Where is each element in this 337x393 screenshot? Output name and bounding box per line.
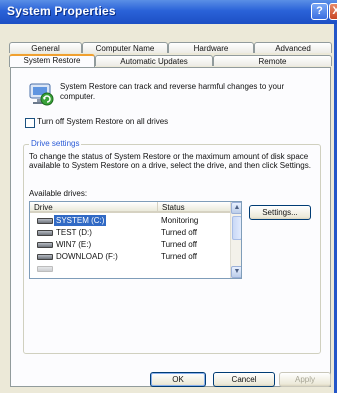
hard-drive-icon — [37, 242, 53, 248]
tab-computer-name[interactable]: Computer Name — [82, 42, 168, 53]
drive-name: WIN7 (E:) — [56, 240, 92, 249]
drive-row[interactable]: SYSTEM (C:) Monitoring — [30, 215, 230, 226]
drive-name: DOWNLOAD (F:) — [56, 252, 118, 261]
drives-list[interactable]: Drive Status SYSTEM (C:) Monitoring TEST… — [29, 201, 242, 279]
drive-settings-title: Drive settings — [29, 139, 82, 148]
system-restore-icon — [29, 83, 54, 106]
title-bar[interactable]: System Properties ? X — [0, 0, 337, 24]
list-scrollbar[interactable]: ▲ ▼ — [230, 202, 241, 278]
tab-automatic-updates[interactable]: Automatic Updates — [95, 55, 213, 66]
window-title: System Properties — [7, 4, 116, 18]
tab-system-restore[interactable]: System Restore — [9, 54, 95, 67]
drive-status: Turned off — [161, 228, 198, 237]
hard-drive-icon — [37, 266, 53, 272]
drive-name: TEST (D:) — [56, 228, 92, 237]
drive-row[interactable]: DOWNLOAD (F:) Turned off — [30, 251, 230, 262]
help-button[interactable]: ? — [311, 3, 328, 20]
column-header-drive[interactable]: Drive — [30, 202, 157, 213]
hard-drive-icon — [37, 230, 53, 236]
drive-row[interactable]: TEST (D:) Turned off — [30, 227, 230, 238]
scroll-down-icon[interactable]: ▼ — [231, 266, 241, 278]
tab-remote[interactable]: Remote — [213, 55, 332, 66]
cancel-button[interactable]: Cancel — [213, 372, 275, 387]
system-properties-window: System Properties ? X General Computer N… — [0, 0, 337, 393]
scroll-up-icon[interactable]: ▲ — [231, 202, 241, 214]
tab-general[interactable]: General — [9, 42, 82, 53]
tab-advanced[interactable]: Advanced — [254, 42, 332, 53]
ok-button[interactable]: OK — [150, 372, 206, 387]
tab-hardware[interactable]: Hardware — [168, 42, 254, 53]
hard-drive-icon — [37, 254, 53, 260]
available-drives-label: Available drives: — [29, 189, 88, 198]
drive-status: Turned off — [161, 240, 198, 249]
intro-text: System Restore can track and reverse har… — [60, 82, 285, 101]
apply-button[interactable]: Apply — [279, 372, 331, 387]
drive-status: Turned off — [161, 252, 198, 261]
column-header-status[interactable]: Status — [157, 202, 230, 213]
drive-name: SYSTEM (C:) — [54, 215, 107, 226]
close-button[interactable]: X — [329, 3, 337, 20]
scroll-thumb[interactable] — [232, 216, 241, 240]
drive-status: Monitoring — [161, 216, 199, 225]
hard-drive-icon — [37, 218, 53, 224]
drive-row[interactable]: WIN7 (E:) Turned off — [30, 239, 230, 250]
partial-drive-row[interactable] — [30, 263, 230, 274]
drive-settings-description: To change the status of System Restore o… — [29, 152, 311, 170]
turn-off-label[interactable]: Turn off System Restore on all drives — [37, 117, 168, 126]
settings-button[interactable]: Settings... — [249, 205, 311, 220]
turn-off-checkbox[interactable] — [25, 118, 35, 128]
